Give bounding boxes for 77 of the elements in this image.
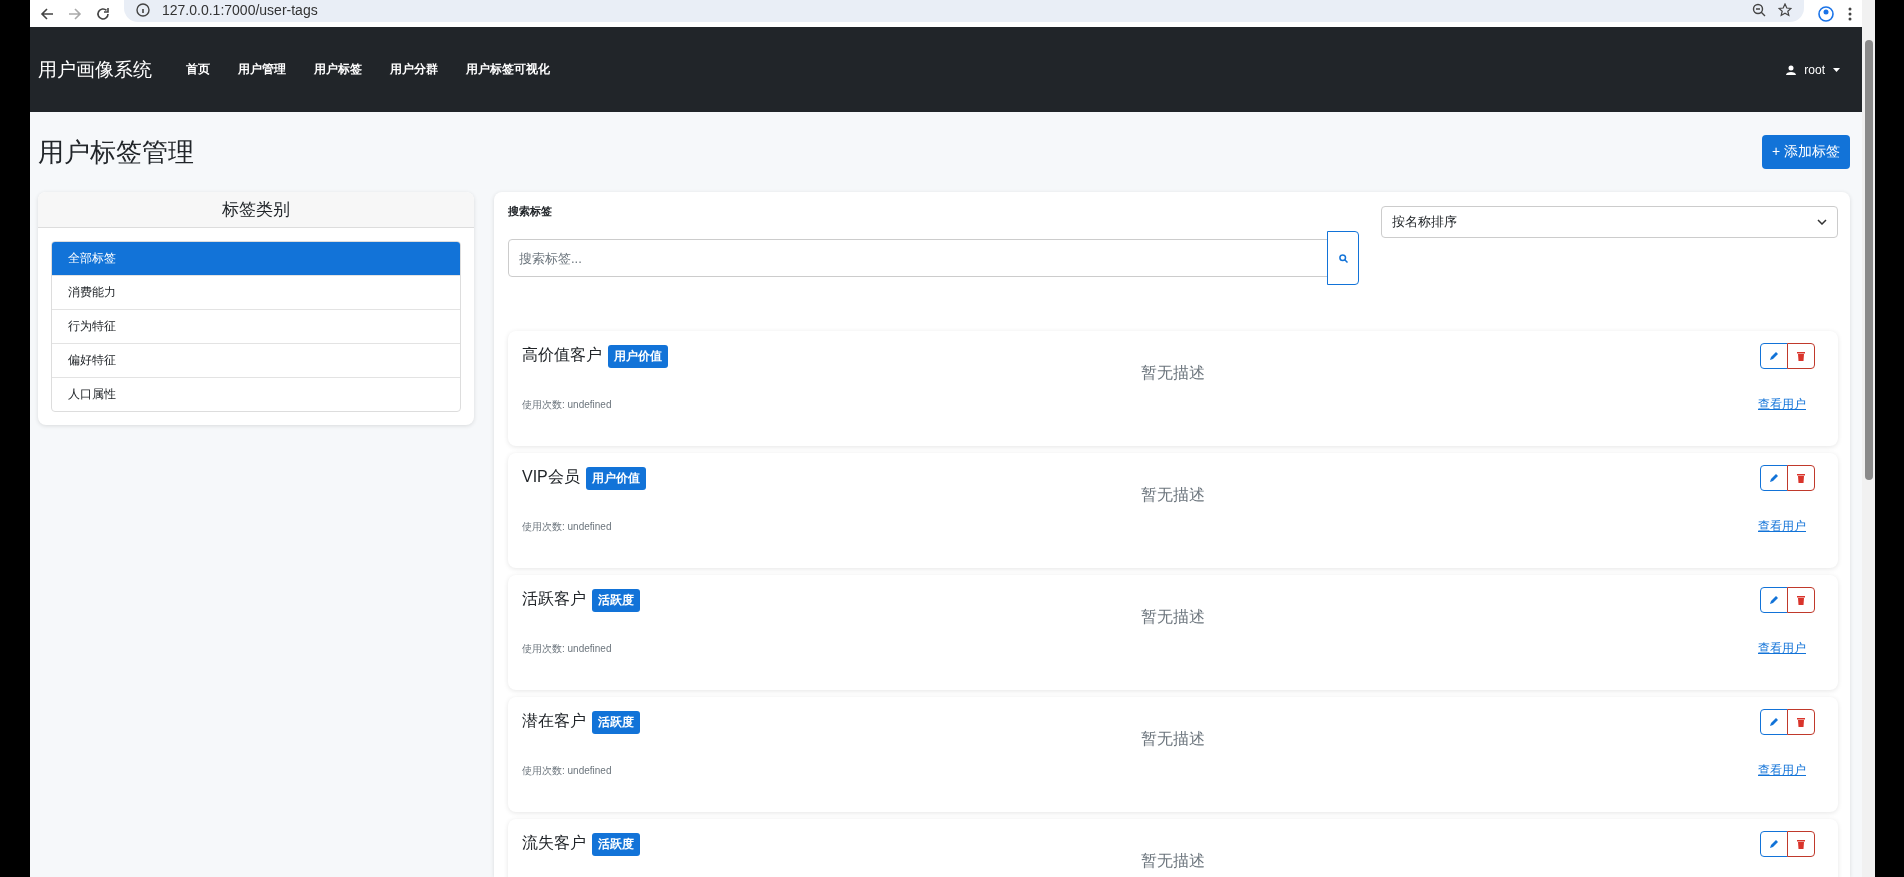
category-item[interactable]: 偏好特征 (52, 343, 460, 377)
nav-link[interactable]: 用户标签 (300, 61, 376, 78)
category-badge: 活跃度 (592, 589, 640, 612)
view-users-link[interactable]: 查看用户 (1758, 762, 1806, 779)
category-badge: 用户价值 (585, 467, 646, 490)
edit-button[interactable] (1760, 343, 1788, 369)
edit-button[interactable] (1760, 709, 1788, 735)
tag-name: VIP会员 (522, 467, 580, 487)
delete-button[interactable] (1787, 831, 1815, 857)
nav-link[interactable]: 首页 (172, 61, 224, 78)
sort-dropdown[interactable]: 按名称排序 (1381, 206, 1838, 238)
edit-button[interactable] (1760, 831, 1788, 857)
trash-icon (1797, 473, 1805, 483)
tag-name: 活跃客户 (522, 589, 586, 609)
tag-description: 暂无描述 (1140, 363, 1206, 383)
zoom-out-icon[interactable] (1752, 2, 1766, 17)
category-item[interactable]: 人口属性 (52, 377, 460, 411)
star-icon[interactable] (1778, 2, 1792, 17)
profile-icon[interactable] (1818, 5, 1834, 22)
nav-link[interactable]: 用户分群 (376, 61, 452, 78)
view-users-link[interactable]: 查看用户 (1758, 640, 1806, 657)
menu-icon[interactable] (1848, 6, 1852, 21)
panel-header: 标签类别 (38, 192, 474, 228)
delete-button[interactable] (1787, 465, 1815, 491)
pencil-icon (1769, 717, 1779, 727)
view-users-link[interactable]: 查看用户 (1758, 396, 1806, 413)
search-icon (1338, 253, 1348, 263)
usage-count: 使用次数: undefined (522, 519, 612, 534)
tag-description: 暂无描述 (1140, 851, 1206, 871)
category-item[interactable]: 行为特征 (52, 309, 460, 343)
scrollbar[interactable] (1862, 0, 1875, 877)
usage-count: 使用次数: undefined (522, 763, 612, 778)
pencil-icon (1769, 839, 1779, 849)
pencil-icon (1769, 351, 1779, 361)
edit-button[interactable] (1760, 465, 1788, 491)
brand-title[interactable]: 用户画像系统 (38, 56, 152, 83)
usage-count: 使用次数: undefined (522, 641, 612, 656)
user-icon (1786, 64, 1797, 75)
url-text: 127.0.0.1:7000/user-tags (162, 1, 318, 18)
tag-description: 暂无描述 (1140, 607, 1206, 627)
tag-description: 暂无描述 (1140, 485, 1206, 505)
category-badge: 活跃度 (592, 711, 640, 734)
delete-button[interactable] (1787, 709, 1815, 735)
tag-name: 高价值客户 (522, 345, 602, 365)
trash-icon (1797, 717, 1805, 727)
trash-icon (1797, 595, 1805, 605)
category-item[interactable]: 消费能力 (52, 275, 460, 309)
delete-button[interactable] (1787, 343, 1815, 369)
caret-icon[interactable] (1833, 67, 1840, 72)
page-title: 用户标签管理 (38, 135, 194, 169)
search-button[interactable] (1327, 231, 1359, 285)
category-badge: 用户价值 (608, 345, 668, 368)
category-item[interactable]: 全部标签 (52, 242, 460, 275)
search-field[interactable]: 搜索标签... (508, 239, 1328, 277)
trash-icon (1797, 839, 1805, 849)
view-users-link[interactable]: 查看用户 (1758, 518, 1806, 535)
search-label: 搜索标签 (508, 204, 553, 219)
usage-count: 使用次数: undefined (522, 397, 612, 412)
pencil-icon (1769, 595, 1779, 605)
address-bar[interactable]: 127.0.0.1:7000/user-tags (124, 0, 1804, 22)
edit-button[interactable] (1760, 587, 1788, 613)
pencil-icon (1769, 473, 1779, 483)
category-badge: 活跃度 (592, 833, 640, 856)
user-menu[interactable]: root (1804, 62, 1825, 77)
nav-link[interactable]: 用户标签可视化 (452, 61, 564, 78)
delete-button[interactable] (1787, 587, 1815, 613)
tag-name: 流失客户 (522, 833, 586, 853)
scrollbar-thumb[interactable] (1864, 40, 1873, 480)
info-icon[interactable] (136, 2, 150, 17)
reload-icon[interactable] (96, 6, 110, 21)
add-tag-button[interactable]: + 添加标签 (1761, 135, 1850, 169)
nav-link[interactable]: 用户管理 (224, 61, 300, 78)
tag-description: 暂无描述 (1140, 729, 1206, 749)
trash-icon (1797, 351, 1805, 361)
chevron-down-icon (1817, 219, 1827, 225)
tag-name: 潜在客户 (522, 711, 586, 731)
back-icon[interactable] (40, 6, 54, 21)
